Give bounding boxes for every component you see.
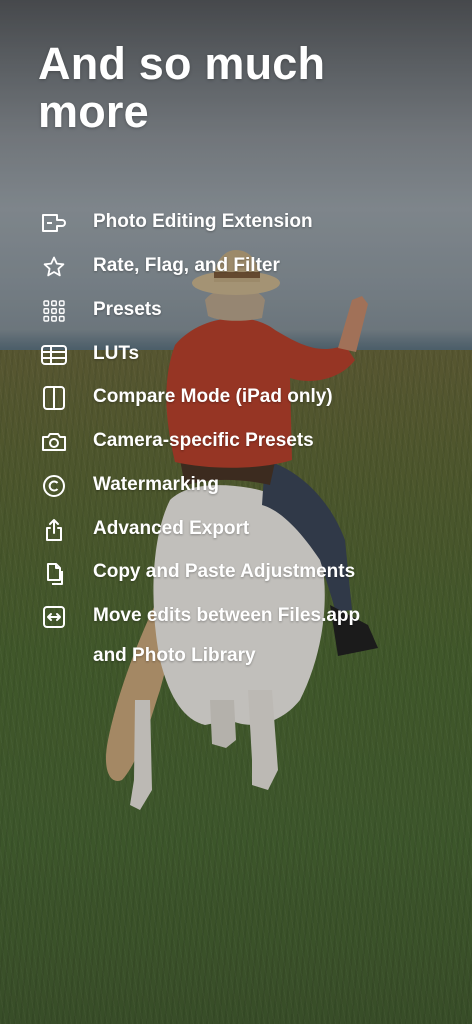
feature-item-photo-editing-extension: Photo Editing Extension: [38, 202, 458, 242]
feature-item-rate-flag-filter: Rate, Flag, and Filter: [38, 246, 458, 286]
camera-icon: [38, 429, 70, 455]
feature-label: Compare Mode (iPad only): [93, 386, 333, 407]
feature-item-compare-mode: Compare Mode (iPad only): [38, 377, 458, 417]
feature-label: Rate, Flag, and Filter: [93, 255, 280, 276]
feature-label: Copy and Paste Adjustments: [93, 561, 356, 582]
page-title: And so much more: [38, 38, 326, 137]
feature-item-presets: Presets: [38, 290, 458, 330]
star-icon: [38, 254, 70, 280]
feature-label: Move edits between Files.app: [93, 605, 361, 626]
feature-label: LUTs: [93, 343, 140, 364]
copyright-icon: [38, 473, 70, 499]
feature-item-watermarking: Watermarking: [38, 465, 458, 505]
feature-item-camera-presets: Camera-specific Presets: [38, 421, 458, 461]
feature-label: Photo Editing Extension: [93, 211, 313, 232]
feature-label: Presets: [93, 299, 162, 320]
share-icon: [38, 517, 70, 543]
feature-label: Camera-specific Presets: [93, 430, 314, 451]
feature-item-copy-paste: Copy and Paste Adjustments: [38, 552, 458, 592]
feature-item-advanced-export: Advanced Export: [38, 509, 458, 549]
split-view-icon: [38, 385, 70, 411]
feature-item-luts: LUTs: [38, 334, 458, 374]
table-icon: [38, 342, 70, 368]
move-files-icon: [38, 604, 70, 630]
grid-dots-icon: [38, 298, 70, 324]
extension-icon: [38, 210, 70, 236]
copy-paste-icon: [38, 560, 70, 586]
feature-item-move-edits: Move edits between Files.app and Photo L…: [38, 596, 458, 676]
feature-label: Advanced Export: [93, 518, 250, 539]
feature-label-line2: and Photo Library: [93, 645, 256, 666]
feature-label: Watermarking: [93, 474, 219, 495]
